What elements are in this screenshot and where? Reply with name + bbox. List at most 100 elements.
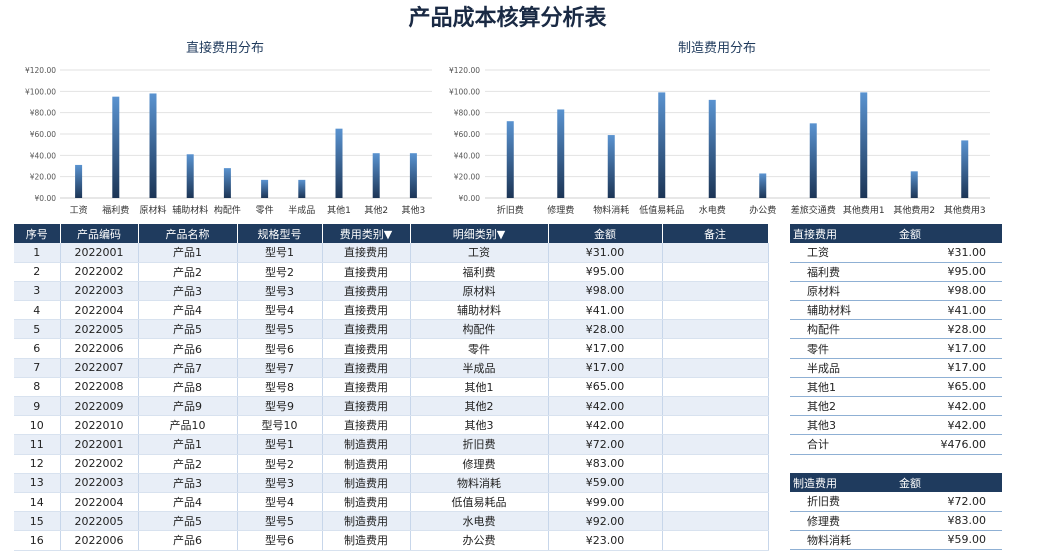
table-cell[interactable]: 零件 — [410, 338, 549, 359]
bar[interactable] — [409, 153, 417, 198]
table-cell[interactable]: 直接费用 — [322, 300, 411, 321]
table-cell[interactable]: 9 — [14, 396, 61, 417]
table-cell[interactable]: 2022001 — [60, 434, 139, 455]
bar[interactable] — [112, 96, 120, 198]
table-cell[interactable]: 制造费用 — [322, 454, 411, 474]
table-cell[interactable]: 2022008 — [60, 377, 139, 398]
table-cell[interactable]: 辅助材料 — [410, 300, 549, 321]
table-cell[interactable] — [662, 319, 769, 340]
bar[interactable] — [557, 109, 565, 198]
table-cell[interactable] — [662, 300, 769, 321]
table-cell[interactable]: 直接费用 — [322, 243, 411, 263]
bar[interactable] — [223, 168, 231, 198]
table-cell[interactable]: 2022004 — [60, 492, 139, 513]
table-cell[interactable]: 产品4 — [138, 492, 238, 513]
table-cell[interactable]: 8 — [14, 377, 61, 398]
bar[interactable] — [75, 164, 83, 198]
table-cell[interactable]: 制造费用 — [322, 492, 411, 513]
bar[interactable] — [607, 135, 615, 198]
table-cell[interactable]: ¥17.00 — [548, 358, 663, 378]
table-cell[interactable]: 型号8 — [237, 377, 323, 398]
table-cell[interactable]: 直接费用 — [322, 358, 411, 378]
table-cell[interactable]: 2022003 — [60, 281, 139, 302]
table-cell[interactable]: ¥17.00 — [548, 338, 663, 359]
table-cell[interactable]: ¥83.00 — [548, 454, 663, 474]
table-cell[interactable]: 型号10 — [237, 415, 323, 436]
table-cell[interactable] — [662, 511, 769, 532]
table-cell[interactable]: 2022001 — [60, 243, 139, 263]
table-cell[interactable]: 3 — [14, 281, 61, 302]
table-cell[interactable]: ¥41.00 — [548, 300, 663, 321]
column-header[interactable]: 费用类别▼ — [322, 224, 411, 243]
table-cell[interactable] — [662, 338, 769, 359]
table-cell[interactable] — [662, 473, 769, 493]
table-cell[interactable]: 制造费用 — [322, 530, 411, 551]
table-cell[interactable] — [662, 377, 769, 398]
table-cell[interactable]: 5 — [14, 319, 61, 340]
table-cell[interactable]: 产品2 — [138, 454, 238, 474]
table-cell[interactable]: 产品6 — [138, 338, 238, 359]
table-cell[interactable] — [662, 243, 769, 263]
table-cell[interactable]: 折旧费 — [410, 434, 549, 455]
table-cell[interactable]: 产品1 — [138, 243, 238, 263]
table-cell[interactable]: 其他1 — [410, 377, 549, 398]
table-cell[interactable]: 福利费 — [410, 262, 549, 282]
table-cell[interactable]: 型号7 — [237, 358, 323, 378]
table-cell[interactable]: ¥31.00 — [548, 243, 663, 263]
table-cell[interactable]: 型号2 — [237, 454, 323, 474]
table-cell[interactable]: 原材料 — [410, 281, 549, 302]
table-cell[interactable]: ¥28.00 — [548, 319, 663, 340]
table-cell[interactable]: 产品10 — [138, 415, 238, 436]
bar[interactable] — [961, 140, 969, 198]
table-cell[interactable]: 12 — [14, 454, 61, 474]
table-cell[interactable]: 构配件 — [410, 319, 549, 340]
table-cell[interactable]: ¥59.00 — [548, 473, 663, 493]
table-cell[interactable]: 制造费用 — [322, 511, 411, 532]
table-cell[interactable]: 11 — [14, 434, 61, 455]
table-cell[interactable]: 2022006 — [60, 530, 139, 551]
table-cell[interactable] — [662, 396, 769, 417]
table-cell[interactable]: ¥98.00 — [548, 281, 663, 302]
bar[interactable] — [506, 121, 514, 198]
table-cell[interactable]: 直接费用 — [322, 262, 411, 282]
table-cell[interactable]: 型号5 — [237, 319, 323, 340]
table-cell[interactable]: 直接费用 — [322, 377, 411, 398]
table-cell[interactable]: 7 — [14, 358, 61, 378]
table-cell[interactable]: 产品3 — [138, 473, 238, 493]
table-cell[interactable]: ¥23.00 — [548, 530, 663, 551]
table-cell[interactable]: 产品9 — [138, 396, 238, 417]
table-cell[interactable] — [662, 358, 769, 378]
table-cell[interactable] — [662, 492, 769, 513]
table-cell[interactable] — [662, 454, 769, 474]
table-cell[interactable]: ¥65.00 — [548, 377, 663, 398]
table-cell[interactable]: 其他2 — [410, 396, 549, 417]
bar[interactable] — [261, 179, 269, 198]
table-cell[interactable]: 14 — [14, 492, 61, 513]
table-cell[interactable]: 型号2 — [237, 262, 323, 282]
bar[interactable] — [910, 171, 918, 198]
table-cell[interactable]: 2022003 — [60, 473, 139, 493]
bar[interactable] — [708, 99, 716, 198]
bar[interactable] — [372, 153, 380, 198]
table-cell[interactable]: 6 — [14, 338, 61, 359]
table-cell[interactable] — [662, 262, 769, 282]
table-cell[interactable]: 制造费用 — [322, 434, 411, 455]
table-cell[interactable]: 办公费 — [410, 530, 549, 551]
table-cell[interactable]: 直接费用 — [322, 338, 411, 359]
table-cell[interactable]: 10 — [14, 415, 61, 436]
table-cell[interactable]: 产品3 — [138, 281, 238, 302]
table-cell[interactable]: 型号1 — [237, 434, 323, 455]
table-cell[interactable]: 产品8 — [138, 377, 238, 398]
table-cell[interactable]: 产品5 — [138, 319, 238, 340]
table-cell[interactable]: 型号1 — [237, 243, 323, 263]
bar[interactable] — [186, 154, 194, 198]
table-cell[interactable]: 直接费用 — [322, 396, 411, 417]
table-cell[interactable] — [662, 281, 769, 302]
bar[interactable] — [149, 93, 157, 198]
table-cell[interactable]: 产品2 — [138, 262, 238, 282]
bar[interactable] — [809, 123, 817, 198]
table-cell[interactable]: ¥42.00 — [548, 396, 663, 417]
table-cell[interactable]: 型号4 — [237, 300, 323, 321]
table-cell[interactable]: 直接费用 — [322, 415, 411, 436]
bar[interactable] — [860, 92, 868, 198]
